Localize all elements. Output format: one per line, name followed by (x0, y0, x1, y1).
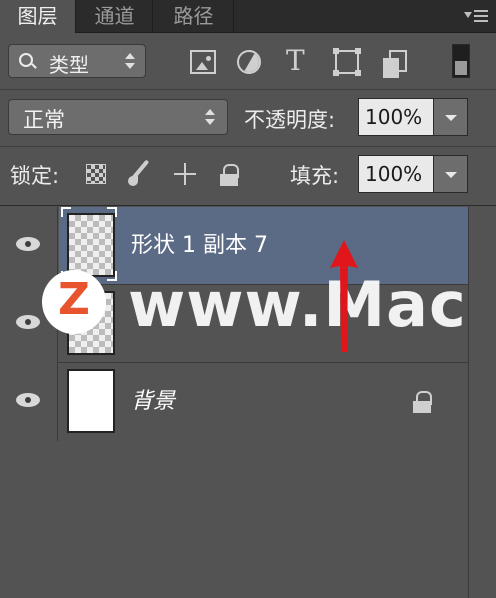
opacity-dropdown-button[interactable] (434, 98, 468, 136)
lock-image-pixels-brush-icon[interactable] (126, 160, 154, 188)
smart-object-filter-icon[interactable] (383, 50, 407, 78)
fill-input[interactable]: 100% (358, 155, 434, 193)
layers-list: 形状 1 副本 7 背景 (0, 207, 496, 598)
blend-mode-select[interactable]: 正常 (8, 99, 228, 135)
layer-row-background[interactable]: 背景 (0, 363, 496, 441)
layer-body[interactable]: 背景 (59, 363, 468, 441)
blend-mode-label: 正常 (23, 108, 65, 132)
layer-name[interactable]: 背景 (131, 383, 175, 415)
eye-icon[interactable] (16, 315, 40, 329)
lock-row: 锁定: 填充: 100% (0, 148, 496, 206)
filter-kind-select[interactable]: 类型 (8, 44, 146, 78)
panel-right-divider (468, 207, 469, 598)
tab-channels[interactable]: 通道 (77, 0, 153, 33)
lock-position-move-icon[interactable] (172, 161, 198, 187)
eye-icon[interactable] (16, 393, 40, 407)
blend-row: 正常 不透明度: 100% (0, 91, 496, 147)
shape-filter-icon[interactable] (333, 48, 361, 76)
updown-arrows-icon (125, 53, 135, 69)
adjustment-filter-icon[interactable] (237, 50, 261, 74)
fill-label: 填充: (290, 164, 340, 188)
updown-arrows-icon (205, 109, 215, 125)
image-filter-icon[interactable] (190, 50, 216, 74)
watermark-text: www.Mac (128, 268, 467, 341)
filter-toggle-switch[interactable] (452, 44, 470, 78)
fill-dropdown-button[interactable] (434, 155, 468, 193)
opacity-label: 不透明度: (244, 108, 336, 132)
eye-icon[interactable] (16, 237, 40, 251)
lock-all-icon[interactable] (220, 164, 239, 186)
tab-layers[interactable]: 图层 (0, 0, 76, 33)
lock-transparent-pixels-icon[interactable] (86, 164, 106, 184)
type-filter-icon[interactable]: T (286, 44, 305, 77)
visibility-column (0, 363, 58, 441)
watermark-logo: Z (42, 270, 106, 334)
search-icon (19, 53, 33, 67)
tab-paths[interactable]: 路径 (154, 0, 234, 33)
opacity-input[interactable]: 100% (358, 98, 434, 136)
panel-menu-icon[interactable] (464, 6, 490, 26)
watermark-logo-letter: Z (58, 274, 90, 325)
panel-tab-bar: 图层 通道 路径 (0, 0, 496, 33)
annotation-arrow-up-icon (330, 240, 358, 352)
filter-kind-label: 类型 (49, 53, 89, 77)
layer-filter-row: 类型 T (0, 34, 496, 90)
lock-label: 锁定: (10, 164, 60, 188)
layer-thumbnail (67, 369, 115, 433)
layer-name[interactable]: 形状 1 副本 7 (131, 227, 268, 259)
layer-lock-icon[interactable] (413, 391, 432, 413)
